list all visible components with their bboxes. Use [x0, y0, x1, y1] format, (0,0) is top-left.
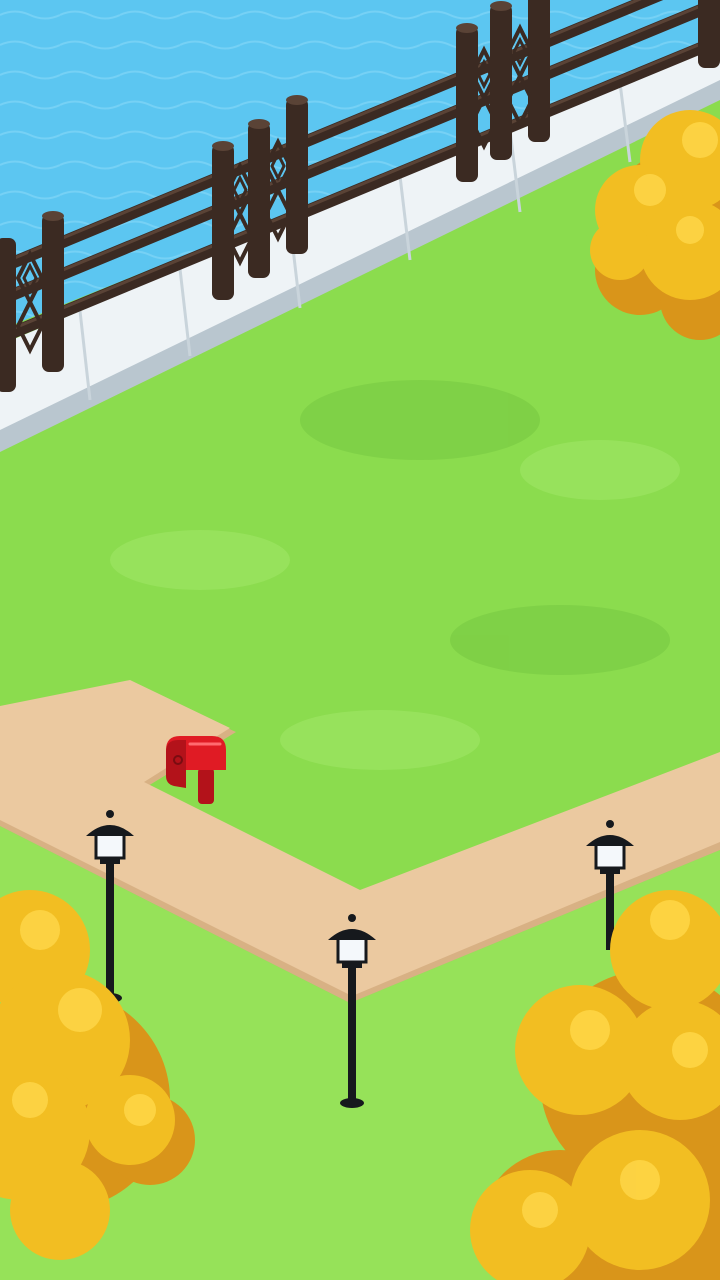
game-scene[interactable] — [0, 0, 720, 1280]
